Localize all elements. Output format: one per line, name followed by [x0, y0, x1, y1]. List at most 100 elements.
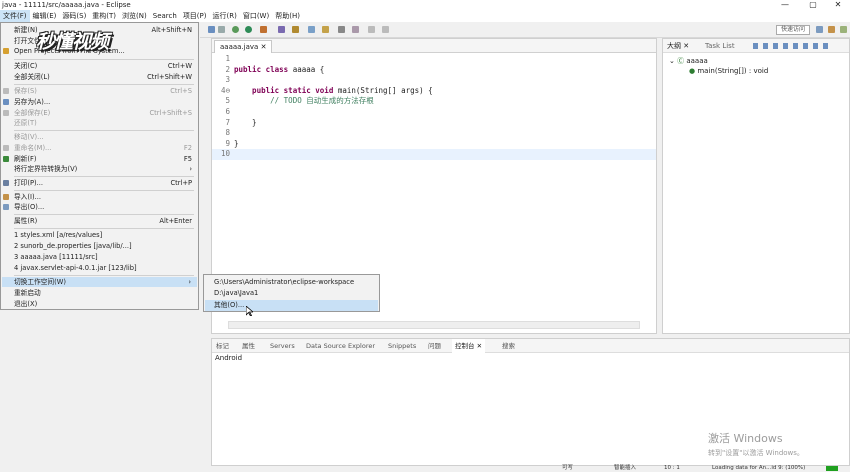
tab-aaaaa-java[interactable]: aaaaa.java ✕ [214, 40, 273, 53]
tab-outline[interactable]: 大纲 ✕ [667, 39, 689, 53]
menu-item-label: 关闭(C) [14, 62, 38, 70]
menu-run[interactable]: 运行(R) [210, 10, 240, 22]
menu-navigate[interactable]: 浏览(N) [119, 10, 150, 22]
method-icon: ● [689, 67, 696, 75]
menu-edit[interactable]: 编辑(E) [30, 10, 60, 22]
run-icon[interactable] [245, 26, 252, 33]
menu-item-export[interactable]: 导出(O)... [14, 202, 192, 212]
toolbar: 快速访问 [200, 22, 850, 38]
workspace-option-other[interactable]: 其他(O)... [205, 300, 378, 311]
shortcut-label: F2 [183, 144, 192, 152]
tab-problems[interactable]: 问题 [428, 339, 441, 353]
annotation-icon[interactable] [352, 26, 359, 33]
line-number: 8 [225, 128, 230, 138]
outline-method-node[interactable]: ● main(String[]) : void [689, 67, 768, 75]
tab-data-source-explorer[interactable]: Data Source Explorer [306, 339, 375, 353]
menu-item-refresh[interactable]: 刷新(F) F5 [14, 154, 192, 164]
open-type-icon[interactable] [308, 26, 315, 33]
outline-toolbar-icons[interactable] [753, 43, 833, 49]
outline-class-node[interactable]: ⌄ Ⓒ aaaaa [669, 56, 708, 66]
debug-perspective-icon[interactable] [840, 26, 847, 33]
menu-item-save-as[interactable]: 另存为(A)... [14, 97, 192, 107]
menu-item-label: 4 javax.servlet-api-4.0.1.jar [123/lib] [14, 264, 137, 272]
menu-item-save-all[interactable]: 全部保存(E) Ctrl+Shift+S [14, 108, 192, 118]
menu-help[interactable]: 帮助(H) [272, 10, 303, 22]
console-output: Android [215, 354, 243, 362]
tab-task-list[interactable]: Task List [705, 39, 735, 53]
menu-item-convert-line-delimiters[interactable]: 将行定界符转换为(V) › [14, 164, 192, 174]
outline-panel: 大纲 ✕ Task List ⌄ Ⓒ aaaaa ● main(String[]… [662, 38, 850, 334]
tab-search[interactable]: 搜索 [502, 339, 515, 353]
workspace-option-2[interactable]: D:\java\Java1 [214, 288, 375, 299]
menu-item-properties[interactable]: 属性(R) Alt+Enter [14, 216, 192, 226]
menu-project[interactable]: 项目(P) [180, 10, 210, 22]
menu-refactor[interactable]: 重构(T) [89, 10, 119, 22]
menu-item-switch-workspace[interactable]: 切换工作空间(W) › [2, 277, 197, 287]
outline-class-name: aaaaa [686, 57, 708, 65]
recent-file-2[interactable]: 2 sunorb_de.properties [java/lib/...] [14, 241, 192, 251]
menu-item-move[interactable]: 移动(V)... [14, 132, 192, 142]
search-icon[interactable] [322, 26, 329, 33]
tab-properties[interactable]: 属性 [242, 339, 255, 353]
recent-file-1[interactable]: 1 styles.xml [a/res/values] [14, 230, 192, 240]
menu-item-label: 全部关闭(L) [14, 73, 50, 81]
workspace-option-1[interactable]: G:\Users\Administrator\eclipse-workspace [214, 277, 375, 288]
menu-item-label: 另存为(A)... [14, 98, 51, 106]
menu-item-revert[interactable]: 还原(T) [14, 118, 192, 128]
menu-bar: 文件(F) 编辑(E) 源码(S) 重构(T) 浏览(N) Search 项目(… [0, 10, 850, 22]
tab-console[interactable]: 控制台 ✕ [452, 339, 486, 353]
save-icon [3, 88, 9, 94]
tab-servers[interactable]: Servers [270, 339, 295, 353]
menu-item-close-all[interactable]: 全部关闭(L) Ctrl+Shift+W [14, 72, 192, 82]
code-line: } [234, 117, 257, 127]
menu-item-print[interactable]: 打印(P)... Ctrl+P [14, 178, 192, 188]
horizontal-scrollbar[interactable] [228, 321, 640, 329]
outline-method-name: main(String[]) : void [697, 67, 769, 75]
status-cursor-position: 10 : 1 [664, 465, 680, 471]
line-number: 5 [225, 96, 230, 106]
menu-source[interactable]: 源码(S) [59, 10, 89, 22]
new-class-icon[interactable] [278, 26, 285, 33]
menu-item-save[interactable]: 保存(S) Ctrl+S [14, 86, 192, 96]
activation-subtitle: 转到"设置"以激活 Windows。 [708, 449, 804, 457]
external-tools-icon[interactable] [260, 26, 267, 33]
code-area[interactable]: 1 2 public class aaaaa { 3 4⊖ public stat… [212, 54, 656, 160]
back-icon[interactable] [368, 26, 375, 33]
code-line: public class aaaaa { [234, 65, 324, 76]
folder-icon [3, 48, 9, 54]
shortcut-label: Ctrl+Shift+W [147, 73, 192, 81]
debug-icon[interactable] [232, 26, 239, 33]
menu-item-label: 1 styles.xml [a/res/values] [14, 231, 103, 239]
expand-icon[interactable]: ⌄ [669, 57, 677, 65]
menu-item-import[interactable]: 导入(I)... [14, 192, 192, 202]
menu-search[interactable]: Search [150, 10, 180, 22]
close-button[interactable]: ✕ [823, 0, 850, 10]
open-perspective-icon[interactable] [816, 26, 823, 33]
menu-item-rename[interactable]: 重命名(M)... F2 [14, 143, 192, 153]
menu-window[interactable]: 窗口(W) [240, 10, 272, 22]
save-icon[interactable] [208, 26, 215, 33]
menu-item-label: 还原(T) [14, 119, 37, 127]
recent-file-4[interactable]: 4 javax.servlet-api-4.0.1.jar [123/lib] [14, 263, 192, 273]
toggle-mark-icon[interactable] [338, 26, 345, 33]
save-all-icon [3, 110, 9, 116]
new-package-icon[interactable] [292, 26, 299, 33]
minimize-button[interactable]: — [770, 0, 800, 10]
submenu-arrow-icon: › [189, 165, 192, 173]
quick-access-input[interactable]: 快速访问 [776, 25, 810, 35]
java-perspective-icon[interactable] [828, 26, 835, 33]
line-number: 7 [225, 117, 230, 127]
status-bar: 可写 智能插入 10 : 1 Loading data for An...id … [0, 465, 850, 472]
forward-icon[interactable] [382, 26, 389, 33]
print-icon[interactable] [218, 26, 225, 33]
menu-item-close[interactable]: 关闭(C) Ctrl+W [14, 61, 192, 71]
menu-file[interactable]: 文件(F) [0, 10, 30, 22]
tab-markers[interactable]: 标记 [216, 339, 229, 353]
menu-item-exit[interactable]: 退出(X) [14, 299, 192, 309]
logo-watermark: 秒懂视频 [36, 31, 109, 53]
menu-item-restart[interactable]: 重新启动 [14, 288, 192, 298]
menu-separator [14, 214, 194, 215]
recent-file-3[interactable]: 3 aaaaa.java [11111/src] [14, 252, 192, 262]
tab-snippets[interactable]: Snippets [388, 339, 416, 353]
code-line: public static void main(String[] args) { [234, 86, 433, 97]
